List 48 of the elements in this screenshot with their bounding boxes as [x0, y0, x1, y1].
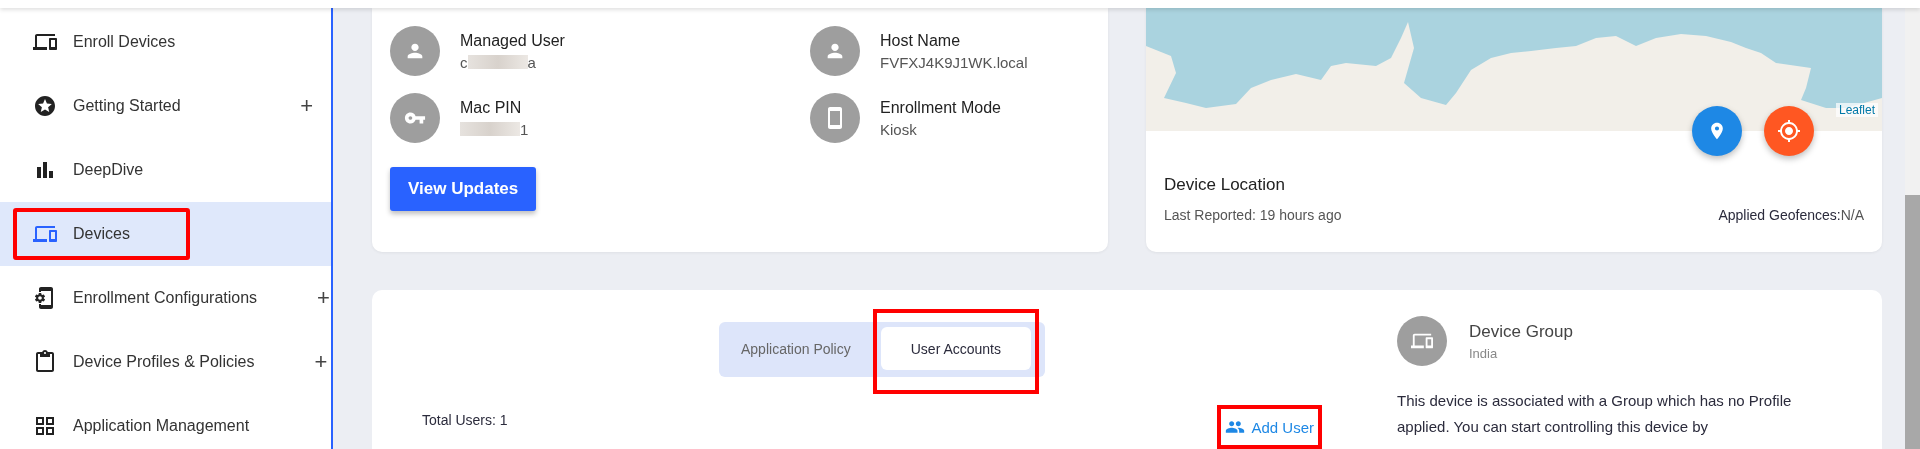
group-subtitle: India	[1469, 345, 1499, 361]
sidebar-item[interactable]: Application Management	[0, 394, 331, 449]
last-reported-text: Last Reported: 19 hours ago	[1164, 207, 1342, 223]
expand-toggle[interactable]: +	[317, 285, 330, 311]
expand-toggle[interactable]: +	[314, 349, 328, 375]
sidebar-label: Devices	[73, 225, 130, 243]
tab[interactable]: User Accounts	[880, 327, 1031, 370]
sidebar-label: DeepDive	[73, 161, 144, 179]
geofence-label: Applied Geofences:	[1718, 207, 1841, 223]
field-value: FVFXJ4K9J1WK.local	[880, 53, 1028, 71]
sidebar-item[interactable]: DeepDive	[0, 138, 331, 202]
sidebar-item[interactable]: Enrollment Configurations +	[0, 266, 331, 330]
sidebar-label: Enrollment Configurations	[73, 289, 258, 307]
sidebar-item[interactable]: Device Profiles & Policies +	[0, 330, 331, 394]
scrollbar[interactable]	[1905, 8, 1920, 449]
map-button[interactable]	[1692, 106, 1742, 156]
location-title: Device Location	[1164, 175, 1286, 195]
map-attribution-link[interactable]: Leaflet	[1835, 103, 1878, 117]
star-icon	[33, 94, 57, 118]
add-user-button[interactable]: Add User	[1225, 417, 1314, 437]
sidebar-item[interactable]: Getting Started +	[0, 74, 331, 138]
sidebar-label: Enroll Devices	[73, 33, 176, 51]
field-value: c	[460, 53, 468, 71]
group-title: Device Group	[1469, 321, 1573, 342]
crosshair-icon	[1777, 119, 1801, 143]
sidebar-item[interactable]: Devices	[0, 202, 331, 266]
clipboard-icon	[33, 350, 57, 374]
geofence-value: N/A	[1840, 207, 1864, 223]
field-label: Mac PIN	[460, 98, 523, 117]
sidebar-label: Device Profiles & Policies	[73, 353, 255, 371]
view-updates-button[interactable]: View Updates	[390, 167, 537, 211]
field-value: a	[527, 53, 536, 71]
field-label: Enrollment Mode	[880, 98, 1001, 117]
sidebar-label: Getting Started	[73, 97, 181, 115]
sidebar-item[interactable]: Enroll Devices	[0, 10, 331, 74]
tab[interactable]: Application Policy	[727, 327, 865, 370]
field-label: Managed User	[460, 31, 565, 50]
sidebar-label: Application Management	[73, 417, 250, 435]
field-value: 1	[520, 120, 529, 138]
map-button[interactable]	[1764, 106, 1814, 156]
expand-toggle[interactable]: +	[300, 93, 313, 119]
field-label: Host Name	[880, 31, 962, 50]
redacted-block	[467, 55, 528, 69]
total-users-text: Total Users: 1	[422, 412, 508, 428]
grid-icon	[33, 414, 57, 438]
redacted-block	[460, 122, 520, 136]
group-description: This device is associated with a Group which has no Profile applied. You can start controlling this device by	[1397, 391, 1793, 437]
field-value: Kiosk	[880, 120, 917, 138]
